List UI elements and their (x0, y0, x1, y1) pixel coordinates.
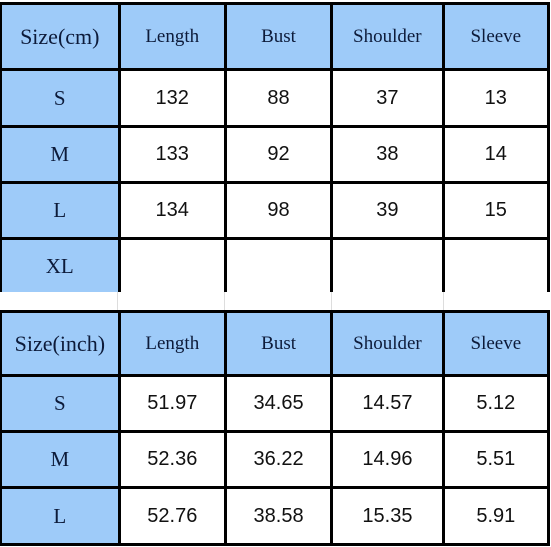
length-value: 132 (117, 68, 227, 128)
sleeve-value: 13 (441, 68, 551, 128)
bust-value: 34.65 (223, 374, 334, 433)
length-value: 52.36 (117, 430, 227, 489)
bust-value: 98 (223, 181, 334, 240)
header-length: Length (117, 310, 227, 377)
size-label: S (0, 68, 121, 128)
size-label: M (0, 430, 121, 489)
sleeve-value: 5.91 (441, 486, 551, 546)
header-shoulder: Shoulder (330, 310, 445, 377)
shoulder-value: 37 (330, 68, 445, 128)
length-value (117, 237, 227, 295)
size-chart: Size(cm) Length Bust Shoulder Sleeve S 1… (0, 0, 551, 547)
table-row: M 52.36 36.22 14.96 5.51 (0, 430, 551, 489)
sleeve-value: 14 (441, 125, 551, 184)
header-row: Size(cm) Length Bust Shoulder Sleeve (0, 2, 551, 71)
table-row: S 51.97 34.65 14.57 5.12 (0, 374, 551, 433)
sleeve-value: 5.51 (441, 430, 551, 489)
sleeve-value: 15 (441, 181, 551, 240)
bust-value: 92 (223, 125, 334, 184)
bust-value (223, 237, 334, 295)
header-sleeve: Sleeve (441, 2, 551, 71)
header-row: Size(inch) Length Bust Shoulder Sleeve (0, 310, 551, 377)
shoulder-value: 14.57 (330, 374, 445, 433)
size-table-cm: Size(cm) Length Bust Shoulder Sleeve S 1… (0, 2, 551, 295)
header-shoulder: Shoulder (330, 2, 445, 71)
table-row: M 133 92 38 14 (0, 125, 551, 184)
size-label: S (0, 374, 121, 433)
header-size: Size(cm) (0, 2, 121, 71)
header-sleeve: Sleeve (441, 310, 551, 377)
shoulder-value: 15.35 (330, 486, 445, 546)
bust-value: 36.22 (223, 430, 334, 489)
size-label: L (0, 486, 121, 546)
size-label: XL (0, 237, 121, 295)
size-table-inch: Size(inch) Length Bust Shoulder Sleeve S… (0, 310, 551, 546)
shoulder-value: 39 (330, 181, 445, 240)
table-row: L 52.76 38.58 15.35 5.91 (0, 486, 551, 546)
size-label: L (0, 181, 121, 240)
shoulder-value (330, 237, 445, 295)
spacer-gridline (443, 292, 444, 311)
table-row: L 134 98 39 15 (0, 181, 551, 240)
table-row: S 132 88 37 13 (0, 68, 551, 128)
header-size: Size(inch) (0, 310, 121, 377)
bust-value: 38.58 (223, 486, 334, 546)
header-bust: Bust (223, 310, 334, 377)
length-value: 133 (117, 125, 227, 184)
sleeve-value (441, 237, 551, 295)
spacer-gridline (224, 292, 225, 311)
bust-value: 88 (223, 68, 334, 128)
spacer-gridline (331, 292, 332, 311)
spacer-gridline (117, 292, 118, 311)
length-value: 51.97 (117, 374, 227, 433)
length-value: 134 (117, 181, 227, 240)
length-value: 52.76 (117, 486, 227, 546)
header-length: Length (117, 2, 227, 71)
sleeve-value: 5.12 (441, 374, 551, 433)
table-spacer (0, 292, 551, 311)
table-row: XL (0, 237, 551, 295)
shoulder-value: 14.96 (330, 430, 445, 489)
size-label: M (0, 125, 121, 184)
header-bust: Bust (223, 2, 334, 71)
shoulder-value: 38 (330, 125, 445, 184)
